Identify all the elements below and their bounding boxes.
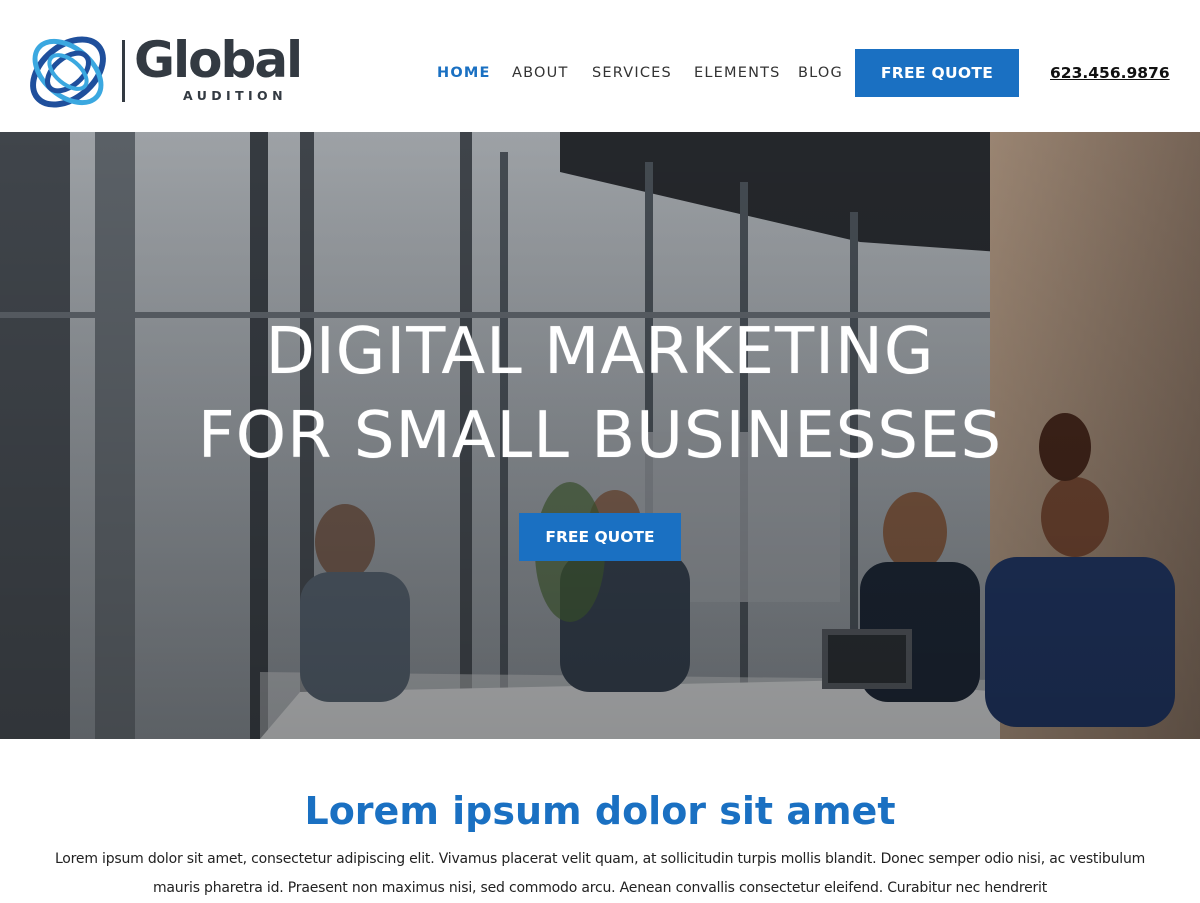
hero-section: DIGITAL MARKETING FOR SMALL BUSINESSES F… — [0, 132, 1200, 739]
hero-title-line-1: DIGITAL MARKETING — [265, 315, 935, 389]
logo-subtitle: AUDITION — [183, 88, 287, 103]
nav-item-about[interactable]: ABOUT — [512, 58, 569, 88]
header-free-quote-button[interactable]: FREE QUOTE — [855, 49, 1019, 97]
site-header: Global AUDITION HOME ABOUT SERVICES ELEM… — [0, 0, 1200, 132]
hero-title: DIGITAL MARKETING FOR SMALL BUSINESSES — [0, 310, 1200, 478]
logo-divider — [122, 40, 125, 102]
hero-free-quote-button[interactable]: FREE QUOTE — [519, 513, 681, 561]
hero-title-line-2: FOR SMALL BUSINESSES — [197, 399, 1003, 473]
nav-item-home[interactable]: HOME — [437, 58, 491, 88]
intro-heading: Lorem ipsum dolor sit amet — [304, 789, 896, 833]
nav-item-services[interactable]: SERVICES — [592, 58, 672, 88]
nav-item-elements[interactable]: ELEMENTS — [694, 58, 781, 88]
intro-paragraph: Lorem ipsum dolor sit amet, consectetur … — [54, 851, 1146, 896]
intro-section: Lorem ipsum dolor sit amet Lorem ipsum d… — [0, 739, 1200, 900]
site-logo[interactable]: Global AUDITION — [22, 26, 312, 118]
logo-wordmark: Global — [134, 31, 303, 89]
phone-number-link[interactable]: 623.456.9876 — [1050, 58, 1170, 88]
interlocking-rings-logo-icon — [30, 36, 106, 108]
nav-item-blog[interactable]: BLOG — [798, 58, 843, 88]
